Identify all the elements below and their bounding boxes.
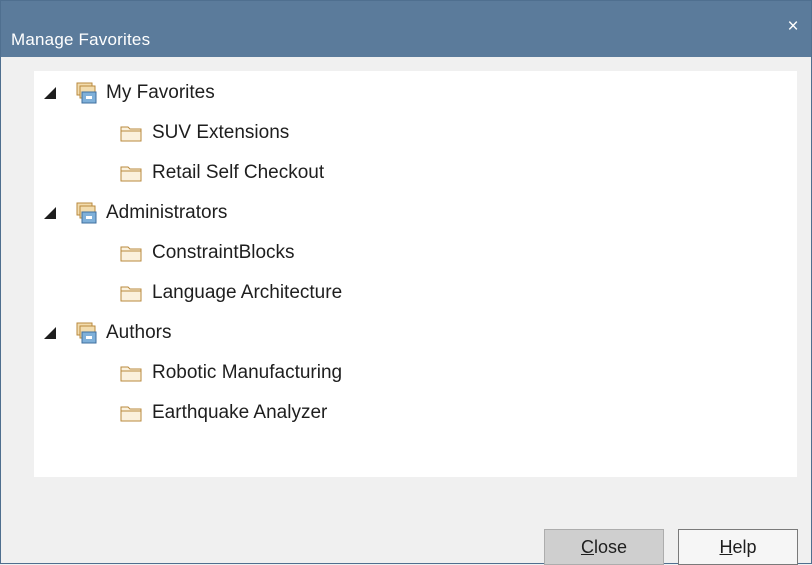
favorites-tree[interactable]: My Favorites SUV Extensions Retail Self … [34, 71, 797, 477]
manage-favorites-dialog: Manage Favorites × My Favorites SUV Exte… [0, 0, 812, 565]
favorites-group-icon [74, 201, 100, 225]
folder-icon [120, 244, 142, 262]
close-button-label: lose [593, 536, 628, 557]
item-label: Earthquake Analyzer [152, 402, 328, 423]
help-button[interactable]: Help [678, 529, 798, 565]
tree-item[interactable]: Earthquake Analyzer [120, 393, 327, 433]
close-button-mnemonic: C [580, 536, 594, 557]
close-button[interactable]: Close [544, 529, 664, 565]
tree-item[interactable]: SUV Extensions [120, 113, 289, 153]
item-label: Robotic Manufacturing [152, 362, 343, 383]
expanded-triangle-icon[interactable] [42, 205, 58, 221]
folder-icon [120, 124, 142, 142]
tree-item[interactable]: Robotic Manufacturing [120, 353, 342, 393]
favorites-group-icon [74, 321, 100, 345]
close-icon[interactable]: × [781, 15, 805, 39]
title-bar[interactable]: Manage Favorites × [1, 1, 811, 57]
group-label: My Favorites [106, 82, 215, 103]
expanded-triangle-icon[interactable] [42, 325, 58, 341]
folder-icon [120, 164, 142, 182]
group-label: Authors [106, 322, 172, 343]
folder-icon [120, 364, 142, 382]
group-label: Administrators [106, 202, 228, 223]
folder-icon [120, 284, 142, 302]
item-label: ConstraintBlocks [152, 242, 295, 263]
tree-item[interactable]: ConstraintBlocks [120, 233, 295, 273]
expanded-triangle-icon[interactable] [42, 85, 58, 101]
help-button-mnemonic: H [719, 536, 733, 557]
favorites-group-icon [74, 81, 100, 105]
folder-icon [120, 404, 142, 422]
tree-group[interactable]: My Favorites [42, 73, 215, 113]
item-label: Language Architecture [152, 282, 343, 303]
tree-group[interactable]: Authors [42, 313, 171, 353]
item-label: SUV Extensions [152, 122, 290, 143]
tree-item[interactable]: Retail Self Checkout [120, 153, 324, 193]
tree-group[interactable]: Administrators [42, 193, 227, 233]
item-label: Retail Self Checkout [152, 162, 325, 183]
tree-item[interactable]: Language Architecture [120, 273, 342, 313]
help-button-label: elp [732, 536, 757, 557]
dialog-title: Manage Favorites [11, 30, 151, 49]
